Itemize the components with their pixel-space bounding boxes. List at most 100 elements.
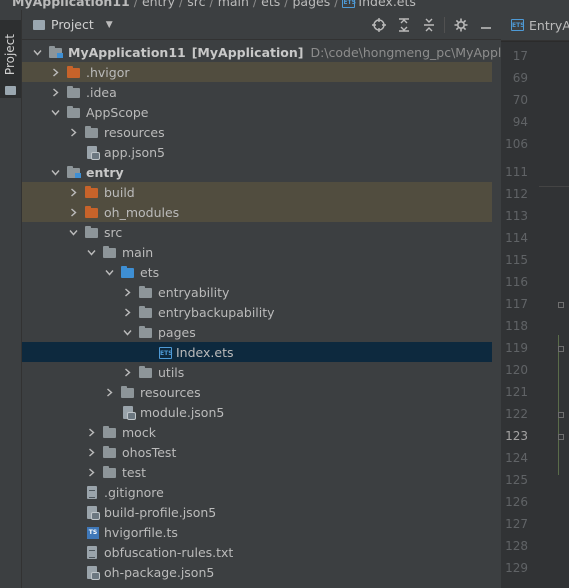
project-icon: [33, 19, 45, 30]
tree-item-label: .idea: [86, 84, 117, 100]
minimize-icon[interactable]: [476, 15, 495, 34]
tree-row[interactable]: entrybackupability: [22, 302, 492, 322]
folder-icon: [66, 105, 82, 119]
tree-row[interactable]: .gitignore: [22, 482, 492, 502]
breadcrumb-item[interactable]: Index.ets: [358, 0, 416, 9]
tree-row[interactable]: .hvigor: [22, 62, 492, 82]
tree-row[interactable]: entryability: [22, 282, 492, 302]
breadcrumb-item[interactable]: pages: [292, 0, 330, 9]
tree-row[interactable]: build-profile.json5: [22, 502, 492, 522]
tree-row[interactable]: .idea: [22, 82, 492, 102]
fold-marker-icon[interactable]: [558, 346, 564, 352]
line-number: 116: [505, 275, 528, 289]
tree-row[interactable]: MyApplication11 [MyApplication] D:\code\ho…: [22, 42, 559, 62]
chevron-down-icon[interactable]: ▼: [106, 20, 113, 30]
line-number: 120: [505, 363, 528, 377]
chevron-right-icon[interactable]: [86, 466, 96, 478]
collapse-all-icon[interactable]: [419, 15, 438, 34]
expand-all-icon[interactable]: [394, 15, 413, 34]
tree-row[interactable]: resources: [22, 122, 492, 142]
chevron-down-icon[interactable]: [86, 246, 96, 258]
tree-item-label: entryability: [158, 284, 230, 300]
chevron-right-icon[interactable]: [68, 206, 78, 218]
json-file-icon: [84, 565, 100, 580]
line-number: 17: [512, 49, 528, 63]
chevron-right-icon[interactable]: [122, 366, 132, 378]
tree-row[interactable]: TS hvigorfile.ts: [22, 522, 492, 542]
project-tool-window-button[interactable]: Project: [0, 20, 21, 98]
tree-row[interactable]: app.json5: [22, 142, 492, 162]
breadcrumb-item[interactable]: MyApplication11: [12, 0, 130, 9]
tree-item-label: .gitignore: [104, 484, 164, 500]
tree-item-label: ohosTest: [122, 444, 177, 460]
folder-icon: [66, 85, 82, 99]
folder-icon: [120, 385, 136, 399]
tree-row[interactable]: main: [22, 242, 492, 262]
chevron-right-icon[interactable]: [122, 286, 132, 298]
line-number: 124: [505, 451, 528, 465]
tree-row[interactable]: ets: [22, 262, 492, 282]
tree-row[interactable]: ETS Index.ets: [22, 342, 492, 362]
fold-marker-icon[interactable]: [558, 302, 564, 308]
panel-title[interactable]: Project: [51, 17, 94, 32]
breadcrumb-item[interactable]: entry: [142, 0, 175, 9]
chevron-right-icon[interactable]: [86, 426, 96, 438]
line-number: 115: [505, 253, 528, 267]
editor-tab[interactable]: ETS EntryA: [501, 10, 569, 41]
chevron-right-icon[interactable]: [68, 186, 78, 198]
tree-row[interactable]: oh_modules: [22, 202, 492, 222]
breadcrumb-item[interactable]: src: [187, 0, 205, 9]
line-number: 119: [505, 341, 528, 355]
tree-item-label: oh_modules: [104, 204, 180, 220]
excluded-folder-icon: [84, 185, 100, 199]
chevron-right-icon[interactable]: [104, 386, 114, 398]
breadcrumb-item[interactable]: ets: [261, 0, 280, 9]
project-strip-label: Project: [3, 34, 17, 76]
line-number: 114: [505, 231, 528, 245]
tree-item-label: mock: [122, 424, 156, 440]
tree-row[interactable]: test: [22, 462, 492, 482]
tree-row[interactable]: resources: [22, 382, 492, 402]
tree-item-label: test: [122, 464, 147, 480]
tree-row[interactable]: obfuscation-rules.txt: [22, 542, 492, 562]
fold-marker-icon[interactable]: [558, 412, 564, 418]
chevron-right-icon[interactable]: [50, 86, 60, 98]
folder-icon: [138, 365, 154, 379]
tree-row[interactable]: src: [22, 222, 492, 242]
chevron-down-icon[interactable]: [50, 166, 60, 178]
line-number: 118: [505, 319, 528, 333]
tree-row[interactable]: ohosTest: [22, 442, 492, 462]
chevron-down-icon[interactable]: [50, 106, 60, 118]
fold-marker-icon[interactable]: [558, 434, 564, 440]
chevron-down-icon[interactable]: [122, 326, 132, 338]
tree-row[interactable]: build: [22, 182, 492, 202]
tree-row[interactable]: module.json5: [22, 402, 492, 422]
breadcrumb-item[interactable]: main: [218, 0, 249, 9]
tree-row[interactable]: utils: [22, 362, 492, 382]
line-number: 128: [505, 539, 528, 553]
chevron-down-icon[interactable]: [32, 46, 42, 58]
breadcrumb: MyApplication11/entry / src / main / ets / pages…: [12, 0, 416, 9]
breadcrumb-separator: /: [252, 0, 258, 9]
tree-row[interactable]: AppScope: [22, 102, 492, 122]
chevron-right-icon[interactable]: [68, 126, 78, 138]
chevron-down-icon[interactable]: [68, 226, 78, 238]
chevron-right-icon[interactable]: [50, 66, 60, 78]
tree-row[interactable]: oh-package.json5: [22, 562, 492, 582]
tree-item-label: pages: [158, 324, 196, 340]
breadcrumb-separator: /: [334, 0, 339, 9]
chevron-right-icon[interactable]: [86, 446, 96, 458]
gear-icon[interactable]: [451, 15, 470, 34]
tree-item-label: resources: [104, 124, 165, 140]
tree-item-label: Index.ets: [176, 344, 234, 360]
chevron-right-icon[interactable]: [122, 306, 132, 318]
project-panel-header: Project ▼: [22, 10, 501, 40]
locate-icon[interactable]: [369, 15, 388, 34]
module-folder-icon: [66, 165, 82, 179]
tree-row[interactable]: pages: [22, 322, 492, 342]
tree-item-label: obfuscation-rules.txt: [104, 544, 234, 560]
tree-row[interactable]: entry: [22, 162, 492, 182]
chevron-down-icon[interactable]: [104, 266, 114, 278]
tree-row[interactable]: mock: [22, 422, 492, 442]
tree-item-label: build-profile.json5: [104, 504, 217, 520]
